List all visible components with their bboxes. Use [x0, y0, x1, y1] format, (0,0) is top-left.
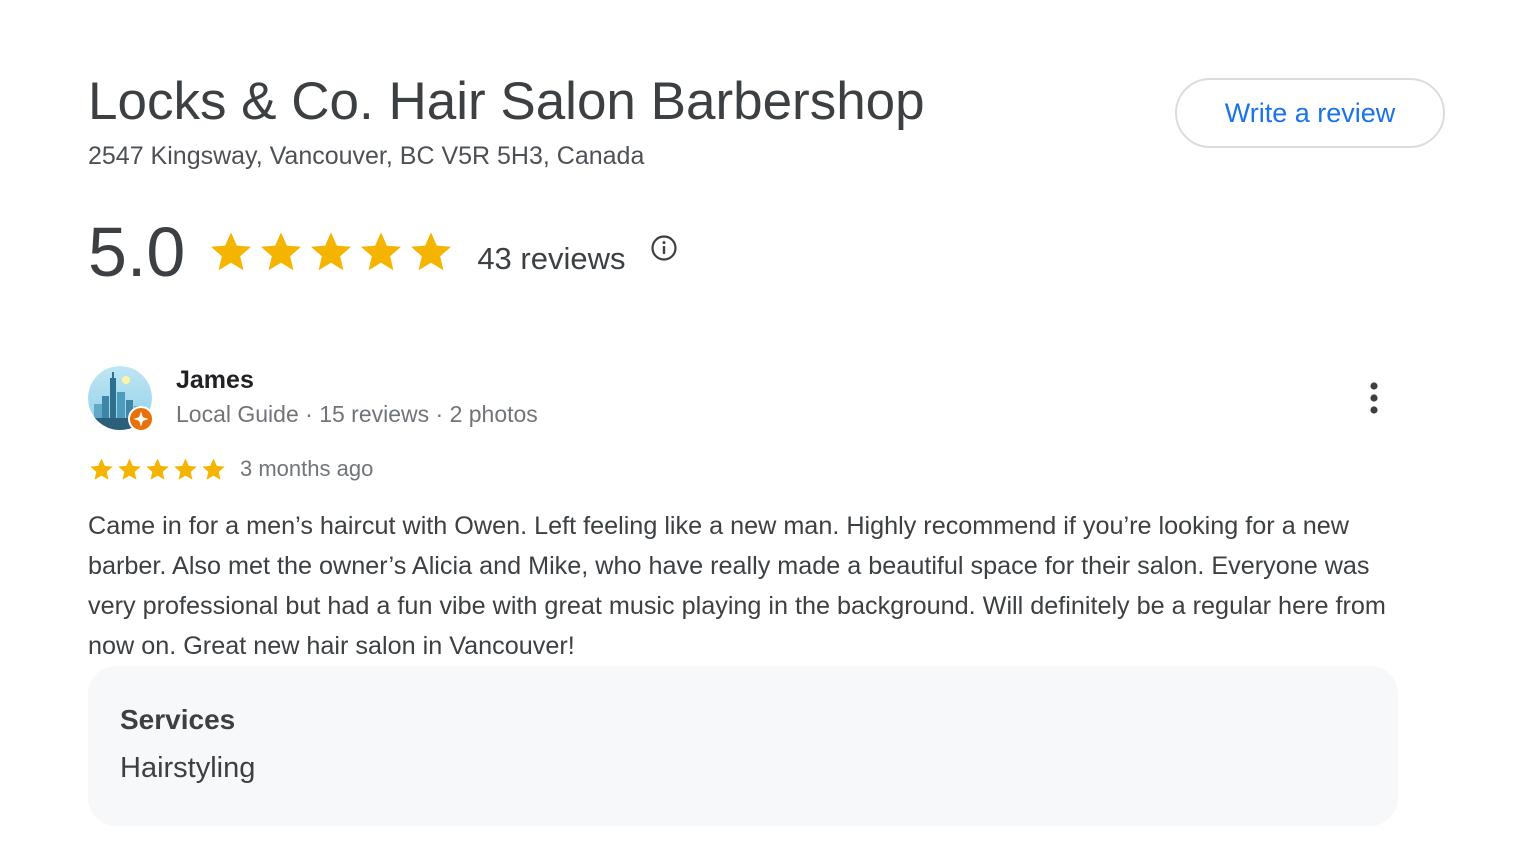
star-icon — [411, 232, 452, 271]
star-icon — [261, 232, 302, 271]
services-value: Hairstyling — [120, 752, 256, 784]
review-time: 3 months ago — [240, 456, 374, 481]
star-icon — [90, 457, 113, 480]
review-text: Came in for a men’s haircut with Owen. L… — [88, 512, 1386, 660]
more-vertical-icon — [1370, 382, 1378, 414]
more-options-button[interactable] — [1356, 376, 1392, 420]
star-icon — [361, 232, 402, 271]
star-icon — [174, 457, 197, 480]
business-name: Locks & Co. Hair Salon Barbershop — [88, 72, 925, 131]
star-icon — [202, 457, 225, 480]
business-address: 2547 Kingsway, Vancouver, BC V5R 5H3, Ca… — [88, 142, 645, 170]
services-card: Services Hairstyling — [88, 666, 1398, 826]
rating-value: 5.0 — [88, 213, 186, 291]
star-icon — [211, 232, 252, 271]
services-heading: Services — [120, 704, 236, 735]
review-stars — [88, 456, 228, 483]
star-icon — [146, 457, 169, 480]
reviews-count[interactable]: 43 reviews — [477, 227, 625, 277]
reviewer-name[interactable]: James — [176, 366, 254, 395]
overall-rating: 5.0 43 reviews — [88, 212, 678, 292]
star-icon — [118, 457, 141, 480]
local-guide-badge-icon — [128, 406, 154, 432]
avatar[interactable] — [88, 366, 154, 432]
write-review-button[interactable]: Write a review — [1175, 78, 1445, 148]
review-rating-row: 3 months ago — [88, 452, 373, 486]
info-circle-icon[interactable] — [650, 234, 678, 262]
rating-stars — [207, 228, 457, 276]
reviewer-meta: Local Guide · 15 reviews · 2 photos — [176, 401, 538, 427]
star-icon — [311, 232, 352, 271]
